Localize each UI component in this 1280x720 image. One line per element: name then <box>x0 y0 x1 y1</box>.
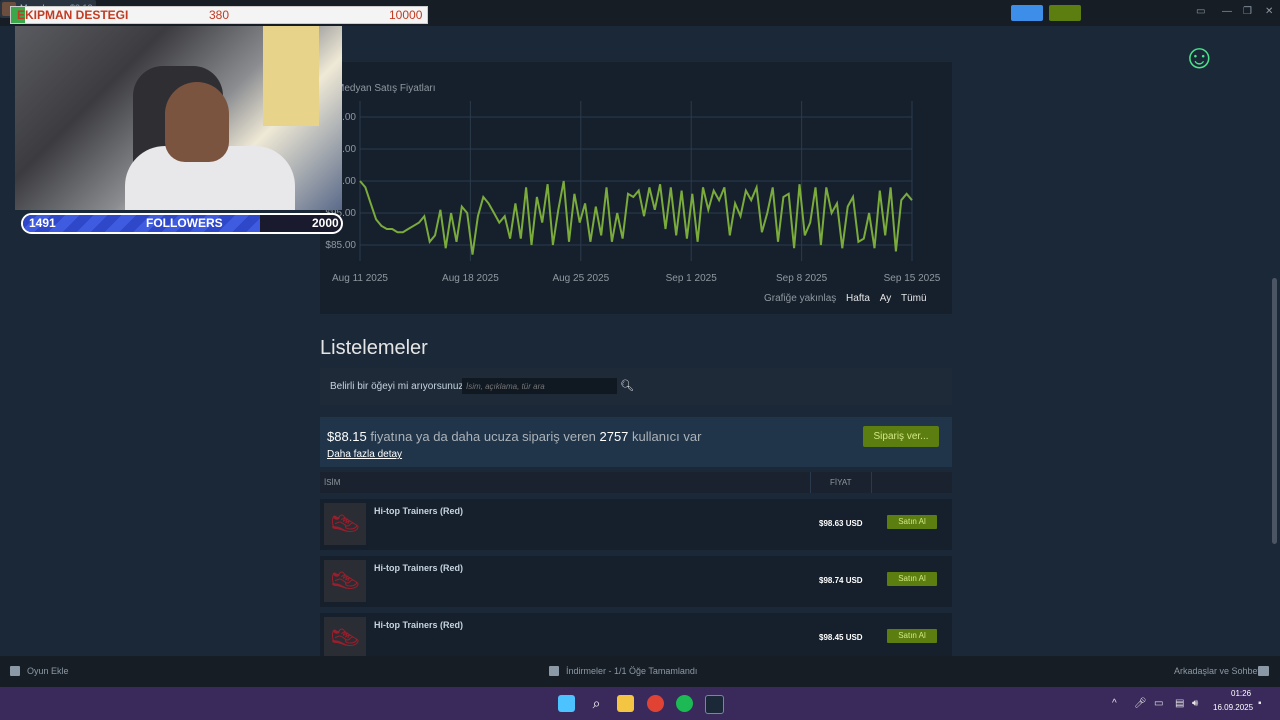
scrollbar-thumb[interactable] <box>1272 278 1277 544</box>
buy-order-price: $88.15 <box>327 429 367 444</box>
price-series-line <box>359 180 913 255</box>
maximize-icon[interactable]: ❐ <box>1243 6 1252 17</box>
buy-order-text: $88.15 fiyatına ya da daha ucuza sipariş… <box>327 429 701 444</box>
table-row: 👟︎ Hi-top Trainers (Red) $98.74 USD Satı… <box>320 556 952 607</box>
file-explorer-icon[interactable] <box>617 695 634 712</box>
buy-button[interactable]: Satın Al <box>887 515 937 529</box>
y-tick-label: $85.00 <box>325 240 356 251</box>
x-tick-label: Sep 8 2025 <box>776 273 828 284</box>
friends-chat-button[interactable]: Arkadaşlar ve Sohbet <box>1174 666 1260 676</box>
item-thumbnail[interactable]: 👟︎ <box>324 560 366 602</box>
listing-search-row: Belirli bir öğeyi mi arıyorsunuz? 🔍︎ <box>320 368 952 405</box>
notification-icon[interactable]: ▪ <box>1258 698 1262 709</box>
announcement-button[interactable] <box>1011 5 1043 21</box>
item-price: $98.74 USD <box>819 576 863 585</box>
chart-zoom-row: Grafiğe yakınlaş Hafta Ay Tümü <box>764 293 927 304</box>
steam-icon[interactable] <box>705 695 724 714</box>
windows-taskbar: ⌕ ^ 🎤︎ ▭ ▤ 🔊︎ 01:26 16.09.2025 ▪ <box>0 687 1280 720</box>
followers-goal: 2000 <box>312 216 339 230</box>
listing-search-input[interactable] <box>462 378 617 394</box>
item-thumbnail[interactable]: 👟︎ <box>324 617 366 656</box>
search-icon[interactable]: 🔍︎ <box>620 379 634 392</box>
zoom-week-link[interactable]: Hafta <box>846 293 870 304</box>
donation-current: 380 <box>209 8 230 22</box>
downloads-status[interactable]: İndirmeler - 1/1 Öğe Tamamlandı <box>566 666 697 676</box>
item-price: $98.63 USD <box>819 519 863 528</box>
microphone-icon[interactable]: 🎤︎ <box>1134 698 1147 709</box>
followers-count: 1491 <box>29 216 56 230</box>
network-icon[interactable]: ▤ <box>1175 698 1184 709</box>
volume-icon[interactable]: 🔊︎ <box>1192 698 1198 709</box>
buy-order-summary: $88.15 fiyatına ya da daha ucuza sipariş… <box>320 417 952 467</box>
spotify-icon[interactable] <box>676 695 693 712</box>
friends-chat-icon[interactable] <box>1258 666 1269 676</box>
x-tick-label: Aug 11 2025 <box>332 273 388 284</box>
place-order-button[interactable]: Sipariş ver... <box>863 426 939 447</box>
buy-order-count: 2757 <box>599 429 629 444</box>
close-icon[interactable]: ✕ <box>1265 6 1273 17</box>
followers-goal-bar: 1491 FOLLOWERS 2000 <box>21 213 343 234</box>
clock-time[interactable]: 01:26 <box>1231 689 1251 698</box>
listings-title: Listelemeler <box>320 337 428 359</box>
followers-progress-fill <box>23 215 260 232</box>
big-picture-icon[interactable]: ▭ <box>1196 6 1205 17</box>
table-row: 👟︎ Hi-top Trainers (Red) $98.63 USD Satı… <box>320 499 952 550</box>
more-details-link[interactable]: Daha fazla detay <box>327 449 402 460</box>
buy-button[interactable]: Satın Al <box>887 572 937 586</box>
tray-chevron-icon[interactable]: ^ <box>1112 698 1117 709</box>
item-thumbnail[interactable]: 👟︎ <box>324 503 366 545</box>
minimize-icon[interactable]: — <box>1222 6 1232 17</box>
chrome-icon[interactable] <box>647 695 664 712</box>
chart-title: Medyan Satış Fiyatları <box>336 83 436 94</box>
item-name[interactable]: Hi-top Trainers (Red) <box>374 620 463 630</box>
webcam-feed <box>15 26 342 210</box>
buy-order-end: kullanıcı var <box>632 429 702 444</box>
x-tick-label: Sep 1 2025 <box>666 273 718 284</box>
taskbar-search-icon[interactable]: ⌕ <box>588 695 605 712</box>
tray-device-icon[interactable]: ▭ <box>1154 698 1163 709</box>
item-name[interactable]: Hi-top Trainers (Red) <box>374 506 463 516</box>
item-name[interactable]: Hi-top Trainers (Red) <box>374 563 463 573</box>
column-divider <box>871 472 872 493</box>
zoom-all-link[interactable]: Tümü <box>901 293 927 304</box>
donation-goal: 10000 <box>389 8 423 22</box>
zoom-month-link[interactable]: Ay <box>880 293 892 304</box>
item-price: $98.45 USD <box>819 633 863 642</box>
x-tick-label: Aug 25 2025 <box>552 273 609 284</box>
buy-button[interactable]: Satın Al <box>887 629 937 643</box>
clock-date[interactable]: 16.09.2025 <box>1213 703 1253 712</box>
add-game-icon[interactable] <box>10 666 20 676</box>
name-column-header: İSİM <box>324 478 341 487</box>
webcam-person <box>165 82 229 162</box>
x-tick-label: Aug 18 2025 <box>442 273 499 284</box>
steam-bottom-bar: Oyun Ekle İndirmeler - 1/1 Öğe Tamamland… <box>0 656 1280 687</box>
search-label: Belirli bir öğeyi mi arıyorsunuz? <box>330 381 469 392</box>
followers-label: FOLLOWERS <box>146 216 223 230</box>
buy-order-mid: fiyatına ya da daha ucuza sipariş veren <box>370 429 596 444</box>
donation-goal-bar: EKIPMAN DESTEGI 380 10000 <box>10 6 428 24</box>
x-tick-label: Sep 15 2025 <box>884 273 941 284</box>
downloads-icon[interactable] <box>549 666 559 676</box>
zoom-label: Grafiğe yakınlaş <box>764 293 837 304</box>
donation-label: EKIPMAN DESTEGI <box>17 8 129 22</box>
table-row: 👟︎ Hi-top Trainers (Red) $98.45 USD Satı… <box>320 613 952 656</box>
price-history-chart[interactable]: $125.00$115.00$105.00$95.00$85.00Aug 11 … <box>320 95 952 291</box>
webcam-poster <box>263 26 319 126</box>
listings-table-header: İSİM FİYAT <box>320 472 952 493</box>
column-divider <box>810 472 811 493</box>
notifications-button[interactable] <box>1049 5 1081 21</box>
price-column-header: FİYAT <box>830 478 852 487</box>
add-game-button[interactable]: Oyun Ekle <box>27 666 69 676</box>
windows-start-icon[interactable] <box>558 695 575 712</box>
streamer-logo-icon: ☺ <box>1182 38 1217 76</box>
